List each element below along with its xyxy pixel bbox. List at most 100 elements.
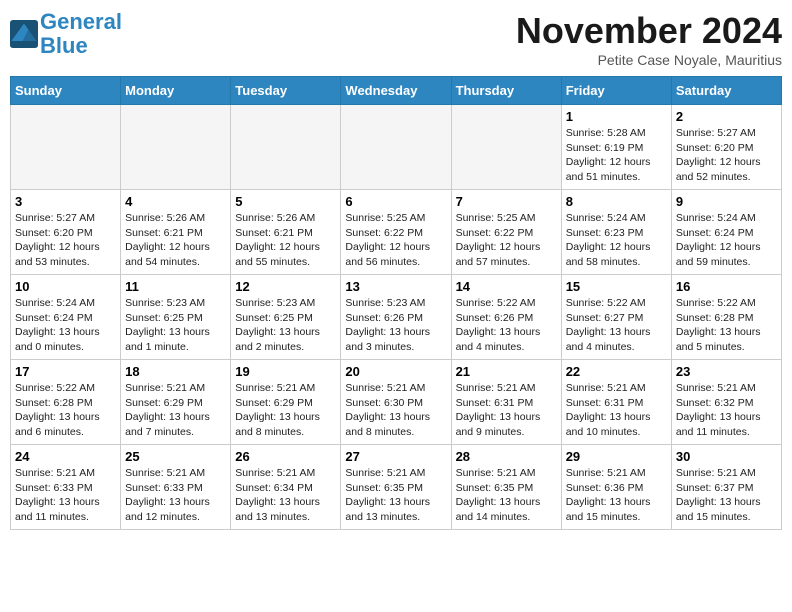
calendar-cell: 28 Sunrise: 5:21 AM Sunset: 6:35 PM Dayli… bbox=[451, 445, 561, 530]
day-number: 1 bbox=[566, 109, 667, 124]
day-info: Sunrise: 5:21 AM Sunset: 6:29 PM Dayligh… bbox=[125, 381, 226, 440]
weekday-header: Thursday bbox=[451, 77, 561, 105]
day-number: 27 bbox=[345, 449, 446, 464]
weekday-header: Sunday bbox=[11, 77, 121, 105]
calendar-cell: 20Sunrise: 5:21 AM Sunset: 6:30 PM Dayli… bbox=[341, 360, 451, 445]
calendar-cell bbox=[11, 105, 121, 190]
calendar-cell: 13Sunrise: 5:23 AM Sunset: 6:26 PM Dayli… bbox=[341, 275, 451, 360]
day-info: Sunrise: 5:24 AM Sunset: 6:24 PM Dayligh… bbox=[15, 296, 116, 355]
calendar-cell: 24Sunrise: 5:21 AM Sunset: 6:33 PM Dayli… bbox=[11, 445, 121, 530]
calendar-cell: 19 Sunrise: 5:21 AM Sunset: 6:29 PM Dayli… bbox=[231, 360, 341, 445]
day-number: 30 bbox=[676, 449, 777, 464]
day-info: Sunrise: 5:22 AM Sunset: 6:28 PM Dayligh… bbox=[15, 381, 116, 440]
calendar-cell bbox=[341, 105, 451, 190]
day-number: 5 bbox=[235, 194, 336, 209]
calendar-cell: 27 Sunrise: 5:21 AM Sunset: 6:35 PM Dayli… bbox=[341, 445, 451, 530]
calendar-cell: 4Sunrise: 5:26 AM Sunset: 6:21 PM Daylig… bbox=[121, 190, 231, 275]
weekday-header: Tuesday bbox=[231, 77, 341, 105]
day-number: 9 bbox=[676, 194, 777, 209]
calendar-cell: 16Sunrise: 5:22 AM Sunset: 6:28 PM Dayli… bbox=[671, 275, 781, 360]
day-info: Sunrise: 5:26 AM Sunset: 6:21 PM Dayligh… bbox=[235, 211, 336, 270]
day-number: 11 bbox=[125, 279, 226, 294]
day-info: Sunrise: 5:27 AM Sunset: 6:20 PM Dayligh… bbox=[676, 126, 777, 185]
day-info: Sunrise: 5:21 AM Sunset: 6:36 PM Dayligh… bbox=[566, 466, 667, 525]
day-info: Sunrise: 5:23 AM Sunset: 6:25 PM Dayligh… bbox=[235, 296, 336, 355]
calendar-cell: 21 Sunrise: 5:21 AM Sunset: 6:31 PM Dayli… bbox=[451, 360, 561, 445]
calendar-cell: 14Sunrise: 5:22 AM Sunset: 6:26 PM Dayli… bbox=[451, 275, 561, 360]
day-number: 3 bbox=[15, 194, 116, 209]
calendar-cell: 5 Sunrise: 5:26 AM Sunset: 6:21 PM Daylig… bbox=[231, 190, 341, 275]
calendar-cell: 6 Sunrise: 5:25 AM Sunset: 6:22 PM Daylig… bbox=[341, 190, 451, 275]
weekday-header: Friday bbox=[561, 77, 671, 105]
week-row: 10 Sunrise: 5:24 AM Sunset: 6:24 PM Dayli… bbox=[11, 275, 782, 360]
page-header: General Blue November 2024 Petite Case N… bbox=[10, 10, 782, 68]
day-number: 10 bbox=[15, 279, 116, 294]
calendar-cell: 3 Sunrise: 5:27 AM Sunset: 6:20 PM Daylig… bbox=[11, 190, 121, 275]
weekday-header: Monday bbox=[121, 77, 231, 105]
logo-line2: Blue bbox=[40, 33, 88, 58]
day-info: Sunrise: 5:21 AM Sunset: 6:32 PM Dayligh… bbox=[676, 381, 777, 440]
logo: General Blue bbox=[10, 10, 122, 58]
day-info: Sunrise: 5:21 AM Sunset: 6:31 PM Dayligh… bbox=[456, 381, 557, 440]
day-info: Sunrise: 5:21 AM Sunset: 6:37 PM Dayligh… bbox=[676, 466, 777, 525]
day-info: Sunrise: 5:24 AM Sunset: 6:23 PM Dayligh… bbox=[566, 211, 667, 270]
calendar-cell bbox=[121, 105, 231, 190]
day-number: 2 bbox=[676, 109, 777, 124]
weekday-header: Saturday bbox=[671, 77, 781, 105]
day-number: 23 bbox=[676, 364, 777, 379]
day-number: 22 bbox=[566, 364, 667, 379]
day-number: 18 bbox=[125, 364, 226, 379]
logo-icon bbox=[10, 20, 38, 48]
day-info: Sunrise: 5:27 AM Sunset: 6:20 PM Dayligh… bbox=[15, 211, 116, 270]
day-info: Sunrise: 5:26 AM Sunset: 6:21 PM Dayligh… bbox=[125, 211, 226, 270]
week-row: 17Sunrise: 5:22 AM Sunset: 6:28 PM Dayli… bbox=[11, 360, 782, 445]
day-info: Sunrise: 5:28 AM Sunset: 6:19 PM Dayligh… bbox=[566, 126, 667, 185]
day-number: 19 bbox=[235, 364, 336, 379]
calendar-cell: 29 Sunrise: 5:21 AM Sunset: 6:36 PM Dayli… bbox=[561, 445, 671, 530]
calendar-cell: 23 Sunrise: 5:21 AM Sunset: 6:32 PM Dayli… bbox=[671, 360, 781, 445]
day-info: Sunrise: 5:21 AM Sunset: 6:35 PM Dayligh… bbox=[345, 466, 446, 525]
week-row: 3 Sunrise: 5:27 AM Sunset: 6:20 PM Daylig… bbox=[11, 190, 782, 275]
day-number: 6 bbox=[345, 194, 446, 209]
calendar-cell: 15 Sunrise: 5:22 AM Sunset: 6:27 PM Dayli… bbox=[561, 275, 671, 360]
calendar-cell: 22 Sunrise: 5:21 AM Sunset: 6:31 PM Dayli… bbox=[561, 360, 671, 445]
calendar-cell: 25Sunrise: 5:21 AM Sunset: 6:33 PM Dayli… bbox=[121, 445, 231, 530]
day-info: Sunrise: 5:22 AM Sunset: 6:26 PM Dayligh… bbox=[456, 296, 557, 355]
logo-line1: General bbox=[40, 9, 122, 34]
day-info: Sunrise: 5:21 AM Sunset: 6:29 PM Dayligh… bbox=[235, 381, 336, 440]
calendar-cell: 2 Sunrise: 5:27 AM Sunset: 6:20 PM Daylig… bbox=[671, 105, 781, 190]
day-number: 7 bbox=[456, 194, 557, 209]
day-info: Sunrise: 5:25 AM Sunset: 6:22 PM Dayligh… bbox=[345, 211, 446, 270]
day-info: Sunrise: 5:21 AM Sunset: 6:35 PM Dayligh… bbox=[456, 466, 557, 525]
calendar-table: SundayMondayTuesdayWednesdayThursdayFrid… bbox=[10, 76, 782, 530]
calendar-cell bbox=[231, 105, 341, 190]
title-block: November 2024 Petite Case Noyale, Maurit… bbox=[516, 10, 782, 68]
day-number: 26 bbox=[235, 449, 336, 464]
calendar-cell: 12Sunrise: 5:23 AM Sunset: 6:25 PM Dayli… bbox=[231, 275, 341, 360]
day-number: 15 bbox=[566, 279, 667, 294]
calendar-cell: 30 Sunrise: 5:21 AM Sunset: 6:37 PM Dayli… bbox=[671, 445, 781, 530]
day-number: 8 bbox=[566, 194, 667, 209]
day-number: 29 bbox=[566, 449, 667, 464]
month-title: November 2024 bbox=[516, 10, 782, 52]
calendar-cell: 7Sunrise: 5:25 AM Sunset: 6:22 PM Daylig… bbox=[451, 190, 561, 275]
day-number: 28 bbox=[456, 449, 557, 464]
calendar-cell: 26 Sunrise: 5:21 AM Sunset: 6:34 PM Dayli… bbox=[231, 445, 341, 530]
day-info: Sunrise: 5:21 AM Sunset: 6:34 PM Dayligh… bbox=[235, 466, 336, 525]
calendar-cell: 18 Sunrise: 5:21 AM Sunset: 6:29 PM Dayli… bbox=[121, 360, 231, 445]
day-number: 24 bbox=[15, 449, 116, 464]
day-info: Sunrise: 5:21 AM Sunset: 6:33 PM Dayligh… bbox=[125, 466, 226, 525]
day-number: 20 bbox=[345, 364, 446, 379]
day-info: Sunrise: 5:22 AM Sunset: 6:27 PM Dayligh… bbox=[566, 296, 667, 355]
day-info: Sunrise: 5:21 AM Sunset: 6:31 PM Dayligh… bbox=[566, 381, 667, 440]
day-info: Sunrise: 5:24 AM Sunset: 6:24 PM Dayligh… bbox=[676, 211, 777, 270]
location: Petite Case Noyale, Mauritius bbox=[516, 52, 782, 68]
day-info: Sunrise: 5:23 AM Sunset: 6:26 PM Dayligh… bbox=[345, 296, 446, 355]
calendar-cell bbox=[451, 105, 561, 190]
weekday-header-row: SundayMondayTuesdayWednesdayThursdayFrid… bbox=[11, 77, 782, 105]
week-row: 1 Sunrise: 5:28 AM Sunset: 6:19 PM Daylig… bbox=[11, 105, 782, 190]
day-number: 21 bbox=[456, 364, 557, 379]
calendar-cell: 17Sunrise: 5:22 AM Sunset: 6:28 PM Dayli… bbox=[11, 360, 121, 445]
calendar-cell: 9 Sunrise: 5:24 AM Sunset: 6:24 PM Daylig… bbox=[671, 190, 781, 275]
logo-text: General Blue bbox=[40, 10, 122, 58]
